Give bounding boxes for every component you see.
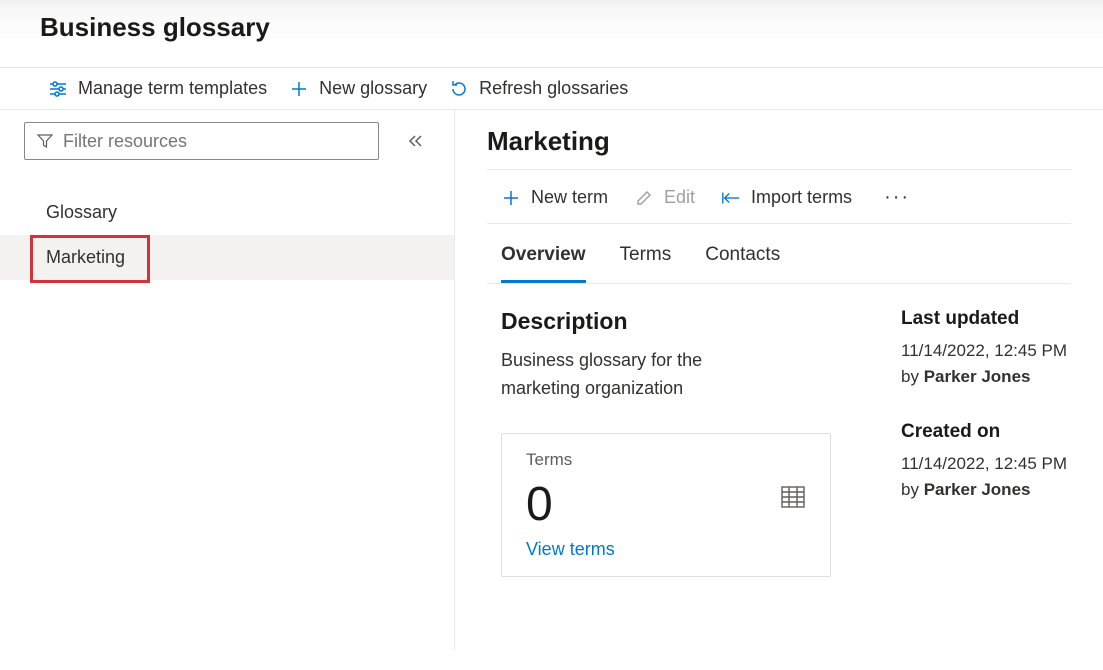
tree-item-marketing[interactable]: Marketing bbox=[0, 235, 454, 280]
glossary-title: Marketing bbox=[487, 126, 1071, 170]
import-icon bbox=[721, 188, 741, 208]
tree-item-label: Marketing bbox=[46, 247, 125, 267]
tree-item-glossary[interactable]: Glossary bbox=[0, 190, 454, 235]
plus-icon bbox=[289, 79, 309, 99]
command-bar: Manage term templates New glossary Refre… bbox=[0, 68, 1103, 110]
tabs: Overview Terms Contacts bbox=[487, 224, 1071, 284]
new-term-button[interactable]: New term bbox=[501, 187, 608, 208]
manage-templates-label: Manage term templates bbox=[78, 78, 267, 99]
terms-card: Terms 0 View terms bbox=[501, 433, 831, 578]
filter-input[interactable] bbox=[63, 131, 366, 152]
tree-item-label: Glossary bbox=[46, 202, 117, 222]
created-on-text: 11/14/2022, 12:45 PM by Parker Jones bbox=[901, 451, 1071, 504]
last-updated-block: Last updated 11/14/2022, 12:45 PM by Par… bbox=[901, 308, 1071, 391]
page-header: Business glossary bbox=[0, 0, 1103, 68]
page-title: Business glossary bbox=[40, 12, 1063, 43]
new-glossary-button[interactable]: New glossary bbox=[289, 78, 427, 99]
plus-icon bbox=[501, 188, 521, 208]
terms-card-label: Terms bbox=[526, 450, 806, 470]
content-command-bar: New term Edit Import terms ··· bbox=[487, 170, 1071, 224]
description-text: Business glossary for the marketing orga… bbox=[501, 347, 761, 403]
funnel-icon bbox=[37, 133, 53, 149]
refresh-icon bbox=[449, 79, 469, 99]
pencil-icon bbox=[634, 188, 654, 208]
import-terms-label: Import terms bbox=[751, 187, 852, 208]
manage-templates-button[interactable]: Manage term templates bbox=[48, 78, 267, 99]
collapse-sidebar-button[interactable] bbox=[406, 132, 424, 150]
sliders-icon bbox=[48, 79, 68, 99]
overview-panel: Description Business glossary for the ma… bbox=[487, 284, 1071, 577]
resource-tree: Glossary Marketing bbox=[0, 190, 454, 280]
edit-label: Edit bbox=[664, 187, 695, 208]
edit-button: Edit bbox=[634, 187, 695, 208]
tab-contacts[interactable]: Contacts bbox=[705, 244, 780, 283]
refresh-glossaries-label: Refresh glossaries bbox=[479, 78, 628, 99]
last-updated-heading: Last updated bbox=[901, 308, 1071, 330]
filter-box[interactable] bbox=[24, 122, 379, 160]
more-actions-button[interactable]: ··· bbox=[884, 186, 910, 209]
created-on-heading: Created on bbox=[901, 421, 1071, 443]
new-glossary-label: New glossary bbox=[319, 78, 427, 99]
terms-card-value: 0 bbox=[526, 476, 806, 534]
sidebar: Glossary Marketing bbox=[0, 110, 455, 650]
import-terms-button[interactable]: Import terms bbox=[721, 187, 852, 208]
tab-overview[interactable]: Overview bbox=[501, 244, 586, 283]
new-term-label: New term bbox=[531, 187, 608, 208]
refresh-glossaries-button[interactable]: Refresh glossaries bbox=[449, 78, 628, 99]
content-pane: Marketing New term Edit bbox=[455, 110, 1103, 650]
tab-terms[interactable]: Terms bbox=[620, 244, 672, 283]
view-terms-link[interactable]: View terms bbox=[526, 539, 615, 560]
last-updated-text: 11/14/2022, 12:45 PM by Parker Jones bbox=[901, 338, 1071, 391]
table-icon bbox=[780, 484, 806, 510]
description-heading: Description bbox=[501, 308, 877, 335]
created-on-block: Created on 11/14/2022, 12:45 PM by Parke… bbox=[901, 421, 1071, 504]
